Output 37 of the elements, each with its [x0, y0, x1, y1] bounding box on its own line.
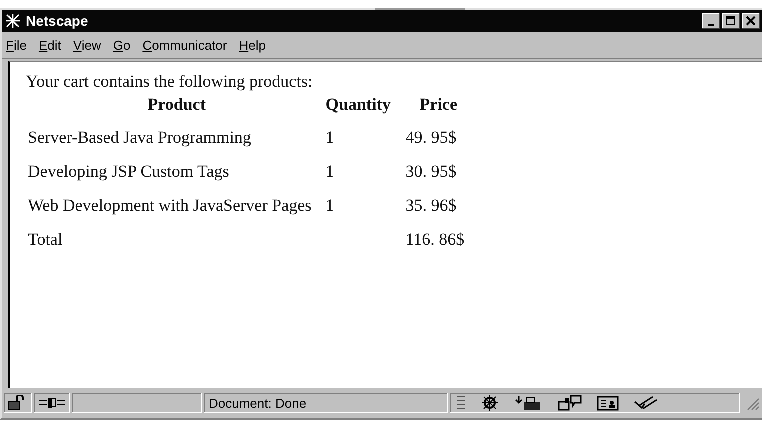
chat-icon[interactable]: [557, 394, 583, 412]
minimize-icon: [708, 24, 714, 26]
navigator-icon[interactable]: [479, 394, 501, 412]
window-title: Netscape: [26, 13, 88, 29]
table-cell-text: 30. 95$: [404, 161, 458, 183]
column-header: Product: [146, 94, 208, 116]
close-button[interactable]: [742, 13, 760, 29]
column-header: Quantity: [326, 94, 392, 116]
intro-text: Your cart contains the following products:: [26, 72, 314, 92]
menu-item[interactable]: View: [73, 38, 102, 52]
table-cell-text: 116. 86$: [404, 229, 465, 251]
menu-item[interactable]: Go: [113, 38, 131, 52]
status-text: Document: Done: [209, 396, 307, 410]
address-card-icon[interactable]: [597, 395, 619, 411]
menu-item[interactable]: Help: [239, 38, 266, 52]
table-cell-text: Developing JSP Custom Tags: [28, 161, 230, 183]
starburst-icon: [4, 13, 22, 29]
table-cell-text: 1: [326, 195, 336, 217]
menu-item[interactable]: Edit: [38, 38, 62, 52]
mailbox-icon[interactable]: [515, 394, 543, 412]
maximize-icon: [726, 16, 736, 26]
maximize-button[interactable]: [722, 13, 740, 29]
table-cell-text: 1: [326, 161, 336, 183]
table-cell-text: 35. 96$: [404, 195, 458, 217]
table-cell-text: Web Development with JavaServer Pages: [28, 195, 313, 217]
close-icon: [746, 16, 756, 26]
table-cell-text: 49. 95$: [404, 127, 458, 149]
pen-icon[interactable]: [633, 394, 659, 412]
table-cell-text: 1: [326, 127, 336, 149]
table-cell-text: Total: [28, 229, 64, 251]
plug-icon: [38, 396, 66, 410]
menu-item[interactable]: Communicator: [142, 38, 228, 52]
minimize-button[interactable]: [702, 13, 720, 29]
table-cell-text: Server-Based Java Programming: [28, 127, 252, 149]
menu-item[interactable]: File: [6, 38, 27, 52]
grip-icon[interactable]: [457, 395, 465, 411]
column-header: Price: [418, 94, 459, 116]
